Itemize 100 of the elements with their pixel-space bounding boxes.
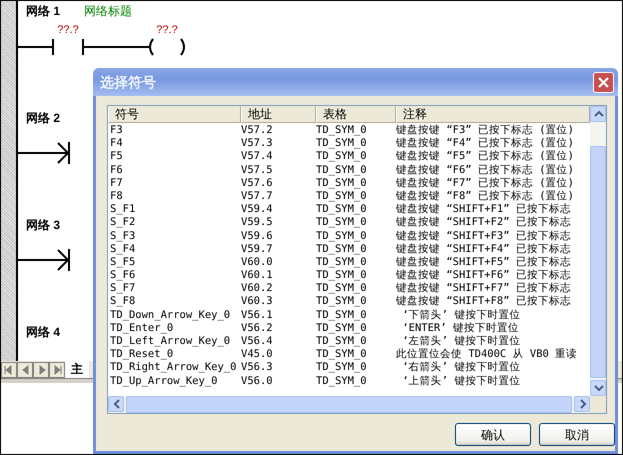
- comment-cell: 键盘按键 “SHIFT+F4” 已按下标志: [396, 242, 571, 256]
- scroll-thumb[interactable]: [590, 146, 606, 378]
- address-cell: V56.0: [241, 374, 273, 388]
- vertical-scrollbar[interactable]: [590, 106, 606, 396]
- symbol-cell-text: F6: [109, 164, 123, 177]
- address-cell: V57.6: [241, 176, 273, 190]
- symbol-cell-text: TD_Right_Arrow_Key_0: [109, 361, 236, 375]
- comment-cell: 键盘按键 “SHIFT+F2” 已按下标志: [396, 216, 571, 230]
- table-cell: TD_SYM_0: [316, 150, 367, 164]
- table-cell: TD_SYM_0: [316, 203, 367, 216]
- comment-cell: 键盘按键 “F5” 已按下标志 (置位): [396, 150, 574, 164]
- network-title: 网络 3: [26, 217, 60, 234]
- symbol-cell-text: F7: [109, 176, 123, 190]
- address-cell: V56.4: [241, 335, 273, 348]
- column-header[interactable]: 地址: [241, 106, 316, 123]
- dialog-title: 选择符号: [100, 72, 156, 92]
- comment-cell-text: 键盘按键 “SHIFT+F6” 已按下标志: [396, 269, 571, 282]
- dialog-button[interactable]: 确认: [455, 423, 531, 446]
- table-cell: TD_SYM_0: [316, 164, 367, 177]
- address-cell: V60.3: [241, 295, 273, 309]
- comment-cell-text: 键盘按键 “F4” 已按下标志 (置位): [396, 137, 574, 150]
- table-cell: TD_SYM_0: [316, 308, 367, 322]
- tab-nav-button[interactable]: [49, 362, 65, 378]
- symbol-cell-text: TD_Left_Arrow_Key_0: [109, 335, 230, 348]
- symbol-cell-text: TD_Reset_0: [109, 348, 174, 362]
- symbol-cell-text: S_F1: [109, 203, 136, 216]
- comment-cell-text: ‘上箭头’ 键按下时置位: [401, 374, 520, 388]
- comment-cell: 键盘按键 “F7” 已按下标志 (置位): [396, 176, 574, 190]
- table-cell: TD_SYM_0: [316, 374, 367, 388]
- network-comment: 网络标题: [84, 3, 132, 20]
- table-cell: TD_SYM_0: [316, 176, 367, 190]
- comment-cell-text: 键盘按键 “SHIFT+F1” 已按下标志: [396, 203, 571, 216]
- address-cell: V57.5: [241, 164, 273, 177]
- comment-cell-text: ‘ENTER’ 键按下时置位: [401, 322, 519, 335]
- symbol-cell-text: S_F4: [109, 242, 136, 256]
- comment-cell-text: ‘左箭头’ 键按下时置位: [401, 335, 520, 348]
- symbol-cell-text: F4: [109, 137, 123, 150]
- wire: [18, 46, 52, 48]
- table-cell: TD_SYM_0: [316, 230, 367, 243]
- comment-cell-text: ‘右箭头’ 键按下时置位: [401, 361, 520, 375]
- wire: [84, 46, 146, 48]
- symbol-cell-text: TD_Enter_0: [109, 322, 174, 335]
- scroll-left-button[interactable]: [108, 396, 124, 412]
- comment-cell-text: 键盘按键 “SHIFT+F5” 已按下标志: [396, 256, 571, 269]
- address-cell: V57.7: [241, 190, 273, 204]
- table-cell: TD_SYM_0: [316, 256, 367, 270]
- table-cell: TD_SYM_0: [316, 348, 367, 362]
- tab-nav-button[interactable]: [17, 362, 33, 378]
- symbol-cell-text: S_F2: [109, 216, 136, 230]
- address-cell: V60.1: [241, 269, 273, 282]
- address-cell: V59.4: [241, 203, 273, 216]
- symbol-cell-text: F8: [109, 190, 123, 204]
- table-cell: TD_SYM_0: [316, 322, 367, 335]
- tab-nav-button[interactable]: [33, 362, 49, 378]
- comment-cell-text: 此位置位会使 TD400C 从 VB0 重读: [396, 348, 578, 361]
- coil-operand: ??.?: [156, 23, 178, 37]
- comment-cell: 键盘按键 “F6” 已按下标志 (置位): [396, 164, 574, 177]
- program-tab[interactable]: 主: [65, 360, 89, 378]
- address-cell: V56.3: [241, 361, 273, 375]
- symbol-cell-text: TD_Up_Arrow_Key_0: [109, 374, 218, 388]
- contact-operand: ??.?: [57, 23, 79, 37]
- scroll-down-button[interactable]: [590, 380, 606, 396]
- contact-drawing: [52, 37, 84, 57]
- table-cell: TD_SYM_0: [316, 216, 367, 230]
- scroll-up-button[interactable]: [590, 106, 606, 122]
- column-header[interactable]: 注释: [396, 106, 590, 123]
- close-icon: [598, 76, 609, 88]
- table-cell: TD_SYM_0: [316, 124, 367, 138]
- coil-drawing: [146, 37, 188, 57]
- table-cell: TD_SYM_0: [316, 269, 367, 282]
- table-cell: TD_SYM_0: [316, 295, 367, 309]
- close-button[interactable]: [593, 72, 614, 92]
- symbol-cell-text: F3: [109, 124, 123, 138]
- address-cell: V56.1: [241, 308, 273, 322]
- address-cell: V56.2: [241, 322, 273, 335]
- tab-nav-button[interactable]: [1, 362, 17, 378]
- address-cell: V57.2: [241, 124, 273, 138]
- address-cell: V59.5: [241, 216, 273, 230]
- network-title: 网络 1: [26, 3, 60, 20]
- column-header[interactable]: 表格: [316, 106, 396, 123]
- table-cell: TD_SYM_0: [316, 190, 367, 204]
- table-cell: TD_SYM_0: [316, 242, 367, 256]
- comment-cell-text: 键盘按键 “F8” 已按下标志 (置位): [396, 190, 574, 203]
- comment-cell-text: 键盘按键 “SHIFT+F7” 已按下标志: [396, 282, 571, 295]
- symbol-cell-text: S_F8: [109, 295, 136, 309]
- comment-cell: 键盘按键 “SHIFT+F3” 已按下标志: [396, 230, 571, 243]
- scroll-right-button[interactable]: [574, 396, 590, 412]
- dialog-button[interactable]: 取消: [539, 423, 615, 446]
- table-cell: TD_SYM_0: [316, 361, 367, 375]
- symbol-cell-text: S_F5: [109, 256, 136, 270]
- rung-arrow-icon: [18, 140, 70, 166]
- scrollbar-corner: [590, 396, 606, 413]
- address-cell: V60.2: [241, 282, 273, 296]
- address-cell: V57.4: [241, 150, 273, 164]
- table-cell: TD_SYM_0: [316, 137, 367, 150]
- column-header[interactable]: 符号: [108, 106, 241, 123]
- symbol-cell-text: F5: [109, 150, 123, 164]
- comment-cell: 键盘按键 “SHIFT+F8” 已按下标志: [396, 295, 571, 309]
- address-cell: V59.7: [241, 242, 273, 256]
- table-cell: TD_SYM_0: [316, 282, 367, 296]
